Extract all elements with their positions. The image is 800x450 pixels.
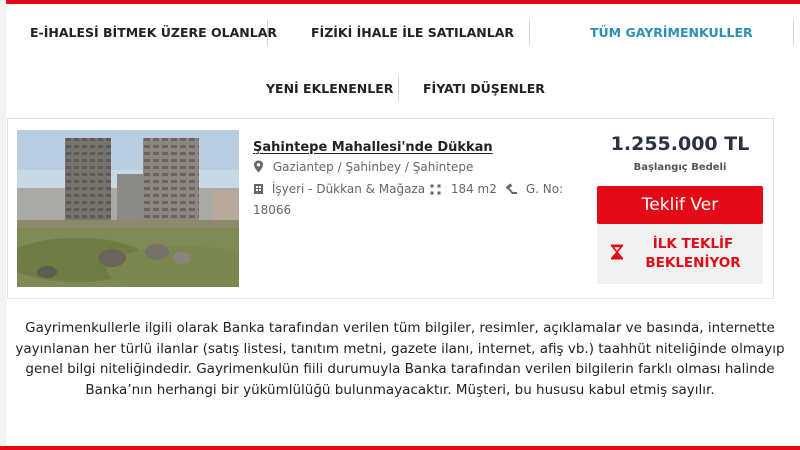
tab-divider [529,20,530,46]
property-photo [17,130,239,287]
tab-physical-auction[interactable]: FİZİKİ İHALE İLE SATILANLAR [311,25,514,40]
listing-photo[interactable] [17,130,239,287]
type-text: İşyeri - Dükkan & Mağaza [271,182,426,196]
map-pin-icon [254,160,263,173]
page-left-edge [0,0,6,450]
listing-type: İşyeri - Dükkan & Mağaza [253,182,425,196]
top-accent-bar [0,0,800,4]
disclaimer-text: Gayrimenkullerle ilgili olarak Banka tar… [15,320,785,398]
listing-number-value: 18066 [253,203,292,217]
price-label: Başlangıç Bedeli [633,162,727,173]
location-text: Gaziantep / Şahinbey / Şahintepe [272,160,474,174]
tab-ending-eauction[interactable]: E-İHALESİ BİTMEK ÜZERE OLANLAR [30,25,277,40]
first-bid-line1: İLK TEKLİF [652,236,734,252]
listing-location: Gaziantep / Şahinbey / Şahintepe [253,160,473,174]
building-icon [254,184,263,194]
hourglass-icon [610,244,624,260]
first-bid-status: İLK TEKLİF BEKLENİYOR [597,224,763,284]
area-arrows-icon [430,184,441,195]
number-label: G. No: [525,182,564,196]
tab-price-dropped[interactable]: FİYATI DÜŞENLER [423,81,545,96]
bottom-accent-bar [0,446,800,450]
listing-price: 1.255.000 TL [610,133,750,155]
tab-newly-added[interactable]: YENİ EKLENENLER [266,81,393,96]
tab-all-properties[interactable]: TÜM GAYRİMENKULLER [590,25,753,40]
listing-title[interactable]: Şahintepe Mahallesi'nde Dükkan [253,140,493,155]
tab-divider [267,20,268,46]
first-bid-text: İLK TEKLİF BEKLENİYOR [633,235,753,273]
area-text: 184 m2 [450,182,497,196]
hammer-icon [505,183,517,194]
first-bid-line2: BEKLENİYOR [645,255,741,271]
place-bid-button[interactable]: Teklif Ver [597,186,763,224]
tab-divider [793,20,794,46]
listing-area: 184 m2 [430,182,497,196]
listing-number: G. No: [505,182,563,196]
tab-divider [398,76,399,102]
